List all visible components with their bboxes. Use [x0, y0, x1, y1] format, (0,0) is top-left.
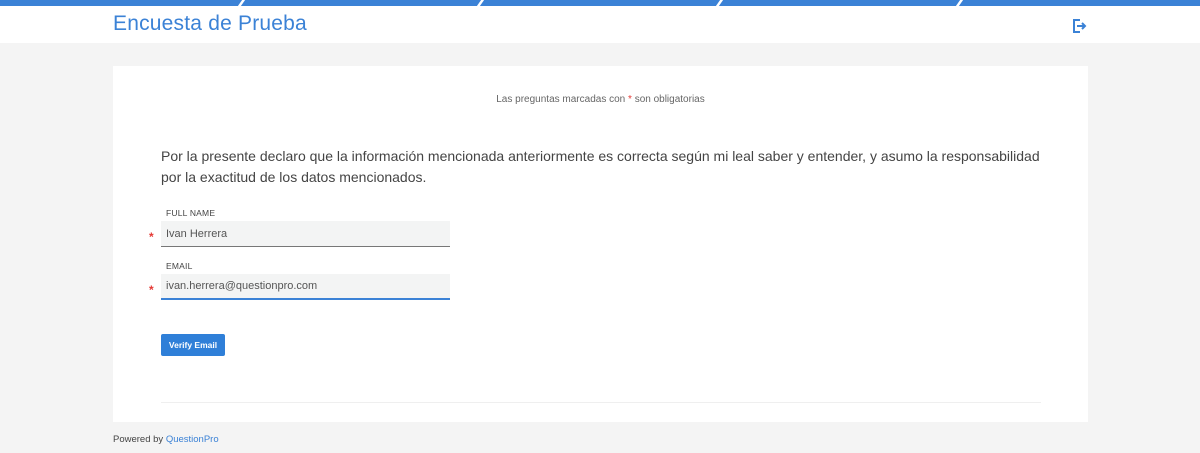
email-label: EMAIL: [166, 261, 193, 271]
full-name-field[interactable]: [161, 221, 450, 247]
required-questions-note: Las preguntas marcadas con * son obligat…: [113, 94, 1088, 105]
card-divider: [161, 402, 1041, 403]
full-name-label: FULL NAME: [166, 208, 216, 218]
required-note-prefix: Las preguntas marcadas con: [496, 94, 626, 105]
email-required-mark: *: [149, 283, 154, 297]
powered-by-footer: Powered by QuestionPro: [113, 434, 219, 445]
survey-card: Las preguntas marcadas con * son obligat…: [113, 66, 1088, 422]
logout-icon: [1073, 19, 1087, 33]
survey-header: Encuesta de Prueba: [0, 6, 1200, 43]
full-name-required-mark: *: [149, 230, 154, 244]
logout-button[interactable]: [1071, 18, 1087, 34]
required-star: *: [628, 94, 632, 105]
declaration-text: Por la presente declaro que la informaci…: [161, 148, 1040, 185]
required-note-suffix: son obligatorias: [634, 94, 705, 105]
questionpro-link[interactable]: QuestionPro: [166, 434, 219, 445]
powered-by-text: Powered by: [113, 434, 164, 445]
email-field[interactable]: [161, 274, 450, 300]
survey-title: Encuesta de Prueba: [113, 12, 307, 35]
verify-email-button[interactable]: Verify Email: [161, 334, 225, 356]
